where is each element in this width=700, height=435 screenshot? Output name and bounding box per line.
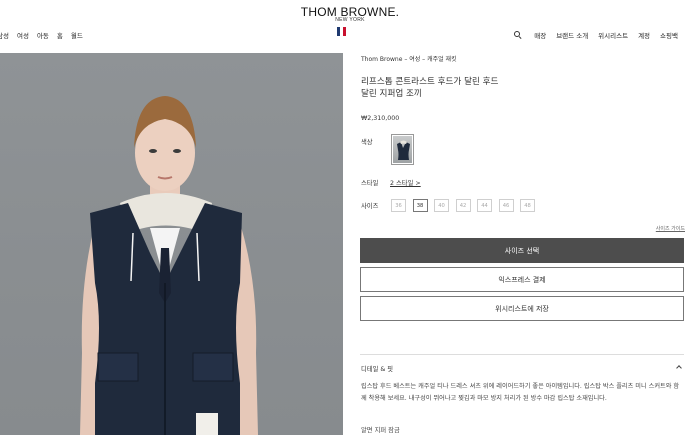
size-options: 36 38 40 42 44 46 48 — [391, 199, 535, 212]
save-wishlist-button[interactable]: 위시리스트에 저장 — [360, 296, 684, 321]
nav-item-account[interactable]: 계정 — [638, 30, 650, 40]
size-label: 사이즈 — [361, 203, 379, 210]
nav-item-women[interactable]: 여성 — [17, 30, 29, 40]
breadcrumb[interactable]: Thom Browne – 여성 – 캐주얼 재킷 — [361, 54, 457, 63]
express-checkout-button[interactable]: 익스프레스 결제 — [360, 267, 684, 292]
select-size-button[interactable]: 사이즈 선택 — [360, 238, 684, 263]
nav-item-stores[interactable]: 매장 — [534, 30, 546, 40]
product-care-note: 알면 지퍼 잠금 — [361, 427, 400, 434]
style-selector[interactable]: 2 스타일 > — [390, 178, 421, 187]
color-label: 색상 — [361, 139, 373, 146]
primary-nav: 남성 여성 아동 홈 월드 — [0, 30, 83, 40]
color-swatch[interactable] — [391, 134, 414, 165]
utility-nav: 매장 브랜드 소개 위시리스트 계정 쇼핑백 — [514, 30, 678, 40]
style-label: 스타일 — [361, 180, 379, 187]
nav-item-home[interactable]: 홈 — [57, 30, 63, 40]
flag-icon — [337, 27, 346, 36]
size-option[interactable]: 42 — [455, 199, 471, 212]
nav-item-world[interactable]: 월드 — [71, 30, 83, 40]
nav-item-kids[interactable]: 아동 — [37, 30, 49, 40]
size-option[interactable]: 48 — [520, 199, 535, 212]
size-option[interactable]: 36 — [391, 199, 406, 212]
model-illustration — [80, 96, 258, 435]
size-option[interactable]: 40 — [434, 199, 449, 212]
site-header: THOM BROWNE. NEW YORK 남성 여성 아동 홈 월드 매장 브… — [0, 0, 700, 50]
size-guide-link[interactable]: 사이즈 가이드 — [656, 225, 685, 232]
chevron-up-icon[interactable] — [676, 365, 682, 371]
product-description: 립스탑 후드 베스트는 캐주얼 티나 드레스 셔츠 위에 레이어드하기 좋은 아… — [361, 383, 680, 402]
nav-item-men[interactable]: 남성 — [0, 30, 9, 40]
product-price: ₩2,310,000 — [361, 115, 400, 122]
product-image[interactable] — [0, 53, 343, 435]
divider — [360, 354, 684, 355]
nav-item-wishlist[interactable]: 위시리스트 — [598, 30, 628, 40]
product-title: 리프스톱 콘트라스트 후드가 달린 후드 달린 지퍼업 조끼 — [361, 77, 499, 99]
details-accordion-title[interactable]: 디테일 & 핏 — [361, 364, 393, 373]
nav-item-bag[interactable]: 쇼핑백 — [660, 30, 678, 40]
search-icon[interactable] — [514, 31, 522, 40]
size-option-selected[interactable]: 38 — [412, 199, 428, 212]
size-option[interactable]: 46 — [498, 199, 514, 212]
nav-item-about[interactable]: 브랜드 소개 — [556, 30, 588, 40]
size-option[interactable]: 44 — [477, 199, 492, 212]
brand-subtitle: NEW YORK — [335, 17, 365, 23]
